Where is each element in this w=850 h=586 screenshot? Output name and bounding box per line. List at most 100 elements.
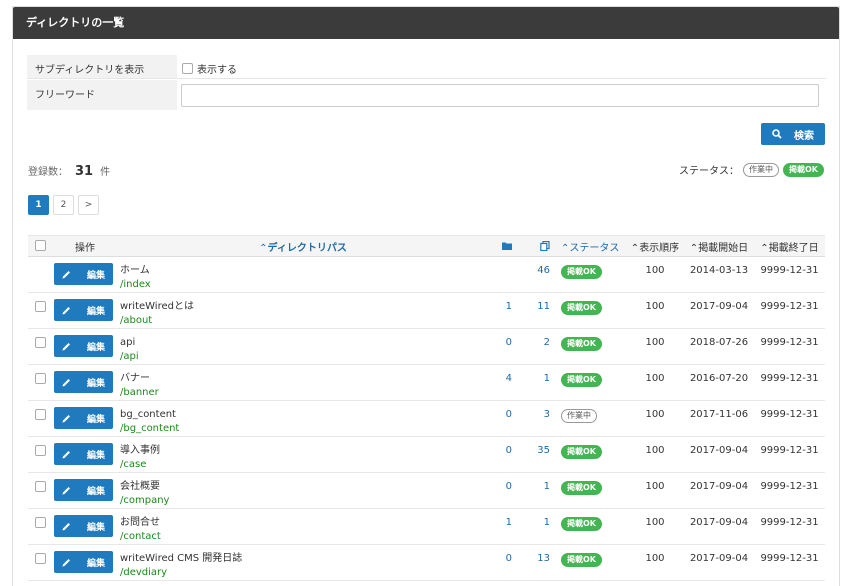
subdirectory-count[interactable]: 0 [486, 401, 516, 437]
subdirectory-count[interactable]: 4 [486, 365, 516, 401]
status-filter-wip[interactable]: 作業中 [743, 162, 779, 177]
subdirectory-count[interactable]: 0 [486, 329, 516, 365]
path-header[interactable]: ⌃ディレクトリパス [120, 236, 486, 257]
page-count[interactable]: 1 [516, 509, 557, 545]
subdirectory-count[interactable]: 1 [486, 509, 516, 545]
status-badge: 掲載OK [561, 373, 602, 387]
sort-asc-icon: ⌃ [760, 242, 769, 254]
edit-button[interactable]: 編集 [54, 443, 113, 465]
row-checkbox[interactable] [35, 517, 46, 528]
subdirectory-count[interactable]: 0 [486, 545, 516, 581]
edit-button[interactable]: 編集 [54, 371, 113, 393]
status-legend-label: ステータス： [679, 166, 739, 177]
pencil-icon [62, 306, 70, 314]
end-date-header[interactable]: ⌃掲載終了日 [754, 236, 825, 257]
status-cell: 掲載OK [557, 365, 626, 401]
pencil-icon [62, 414, 70, 422]
edit-button[interactable]: 編集 [54, 263, 113, 285]
page-count[interactable]: 1 [516, 473, 557, 509]
table-row: 編集 api /api 0 2 掲載OK 100 2018-07-26 9999… [28, 329, 825, 365]
start-date: 2017-11-06 [689, 409, 749, 420]
show-subdirectories-label: サブディレクトリを表示 [27, 55, 177, 78]
page-count[interactable]: 3 [516, 401, 557, 437]
edit-button-label: 編集 [86, 485, 105, 496]
page-count[interactable]: 13 [516, 545, 557, 581]
edit-button[interactable]: 編集 [54, 551, 113, 573]
page-1-button[interactable]: 1 [28, 195, 49, 215]
order-header[interactable]: ⌃表示順序 [626, 236, 684, 257]
row-checkbox[interactable] [35, 553, 46, 564]
show-subdirectories-option[interactable]: 表示する [182, 57, 237, 76]
directory-path-link[interactable]: /about [120, 314, 486, 328]
sort-asc-icon: ⌃ [630, 242, 640, 254]
pencil-icon [62, 270, 70, 278]
row-checkbox[interactable] [35, 409, 46, 420]
directory-list-panel: ディレクトリの一覧 サブディレクトリを表示 表示する フリーワード 検索 登録数… [12, 6, 840, 586]
operation-cell: 編集 [54, 509, 120, 545]
status-badge: 掲載OK [561, 517, 602, 531]
start-date: 2017-09-04 [689, 445, 749, 456]
select-all-checkbox[interactable] [35, 240, 46, 252]
row-checkbox[interactable] [35, 481, 46, 492]
edit-button[interactable]: 編集 [54, 515, 113, 537]
directory-path-link[interactable]: /case [120, 458, 486, 472]
start-date: 2014-03-13 [689, 265, 749, 276]
directory-path-link[interactable]: /bg_content [120, 422, 486, 436]
pencil-icon [62, 378, 70, 386]
directory-path-link[interactable]: /company [120, 494, 486, 508]
edit-button-label: 編集 [86, 521, 105, 532]
edit-button[interactable]: 編集 [54, 299, 113, 321]
search-icon [772, 129, 782, 139]
page-count[interactable]: 35 [516, 437, 557, 473]
row-checkbox[interactable] [35, 373, 46, 384]
subdirectory-count[interactable]: 0 [486, 437, 516, 473]
page-count[interactable]: 11 [516, 293, 557, 329]
directory-path-link[interactable]: /api [120, 350, 486, 364]
subdirectory-count-header[interactable] [486, 236, 516, 257]
sort-asc-icon: ⌃ [689, 242, 699, 254]
end-date: 9999-12-31 [760, 445, 819, 456]
row-checkbox[interactable] [35, 445, 46, 456]
directory-path-link[interactable]: /index [120, 278, 486, 292]
operation-cell: 編集 [54, 365, 120, 401]
start-date-header[interactable]: ⌃掲載開始日 [684, 236, 754, 257]
table-row: 編集 writeWired CMS 開発日誌 /devdiary 0 13 掲載… [28, 545, 825, 581]
directory-path-link[interactable]: /banner [120, 386, 486, 400]
page-count[interactable]: 2 [516, 329, 557, 365]
edit-button[interactable]: 編集 [54, 479, 113, 501]
display-order: 100 [645, 301, 665, 312]
operation-cell: 編集 [54, 329, 120, 365]
page-count[interactable]: 1 [516, 365, 557, 401]
status-cell: 掲載OK [557, 257, 626, 293]
directory-name: writeWiredとは [120, 301, 194, 312]
subdirectory-count[interactable]: 0 [486, 473, 516, 509]
directory-path-link[interactable]: /devdiary [120, 566, 486, 580]
directory-name: お問合せ [120, 517, 160, 528]
directory-path-link[interactable]: /contact [120, 530, 486, 544]
directory-name: 会社概要 [120, 481, 160, 492]
status-header-label: ステータス [569, 242, 620, 254]
page-2-button[interactable]: 2 [53, 195, 74, 215]
status-badge: 掲載OK [561, 265, 602, 279]
edit-button-label: 編集 [86, 449, 105, 460]
edit-button[interactable]: 編集 [54, 335, 113, 357]
subdirectory-count[interactable] [486, 257, 516, 293]
next-page-button[interactable]: > [78, 195, 99, 215]
freeword-input[interactable] [181, 83, 819, 107]
page-count[interactable]: 46 [516, 257, 557, 293]
path-cell: api /api [120, 329, 486, 365]
directory-name: bg_content [120, 409, 176, 420]
status-header[interactable]: ⌃ステータス [557, 236, 626, 257]
subdirectory-count[interactable]: 1 [486, 293, 516, 329]
freeword-row: フリーワード [27, 80, 826, 110]
operation-cell: 編集 [54, 293, 120, 329]
show-subdirectories-checkbox[interactable] [182, 63, 193, 74]
row-checkbox[interactable] [35, 301, 46, 312]
status-badge: 掲載OK [561, 445, 602, 459]
edit-button[interactable]: 編集 [54, 407, 113, 429]
page-count-header[interactable] [516, 236, 557, 257]
search-button[interactable]: 検索 [761, 123, 825, 145]
row-checkbox[interactable] [35, 337, 46, 348]
pencil-icon [62, 342, 70, 350]
status-filter-ok[interactable]: 掲載OK [783, 162, 824, 177]
